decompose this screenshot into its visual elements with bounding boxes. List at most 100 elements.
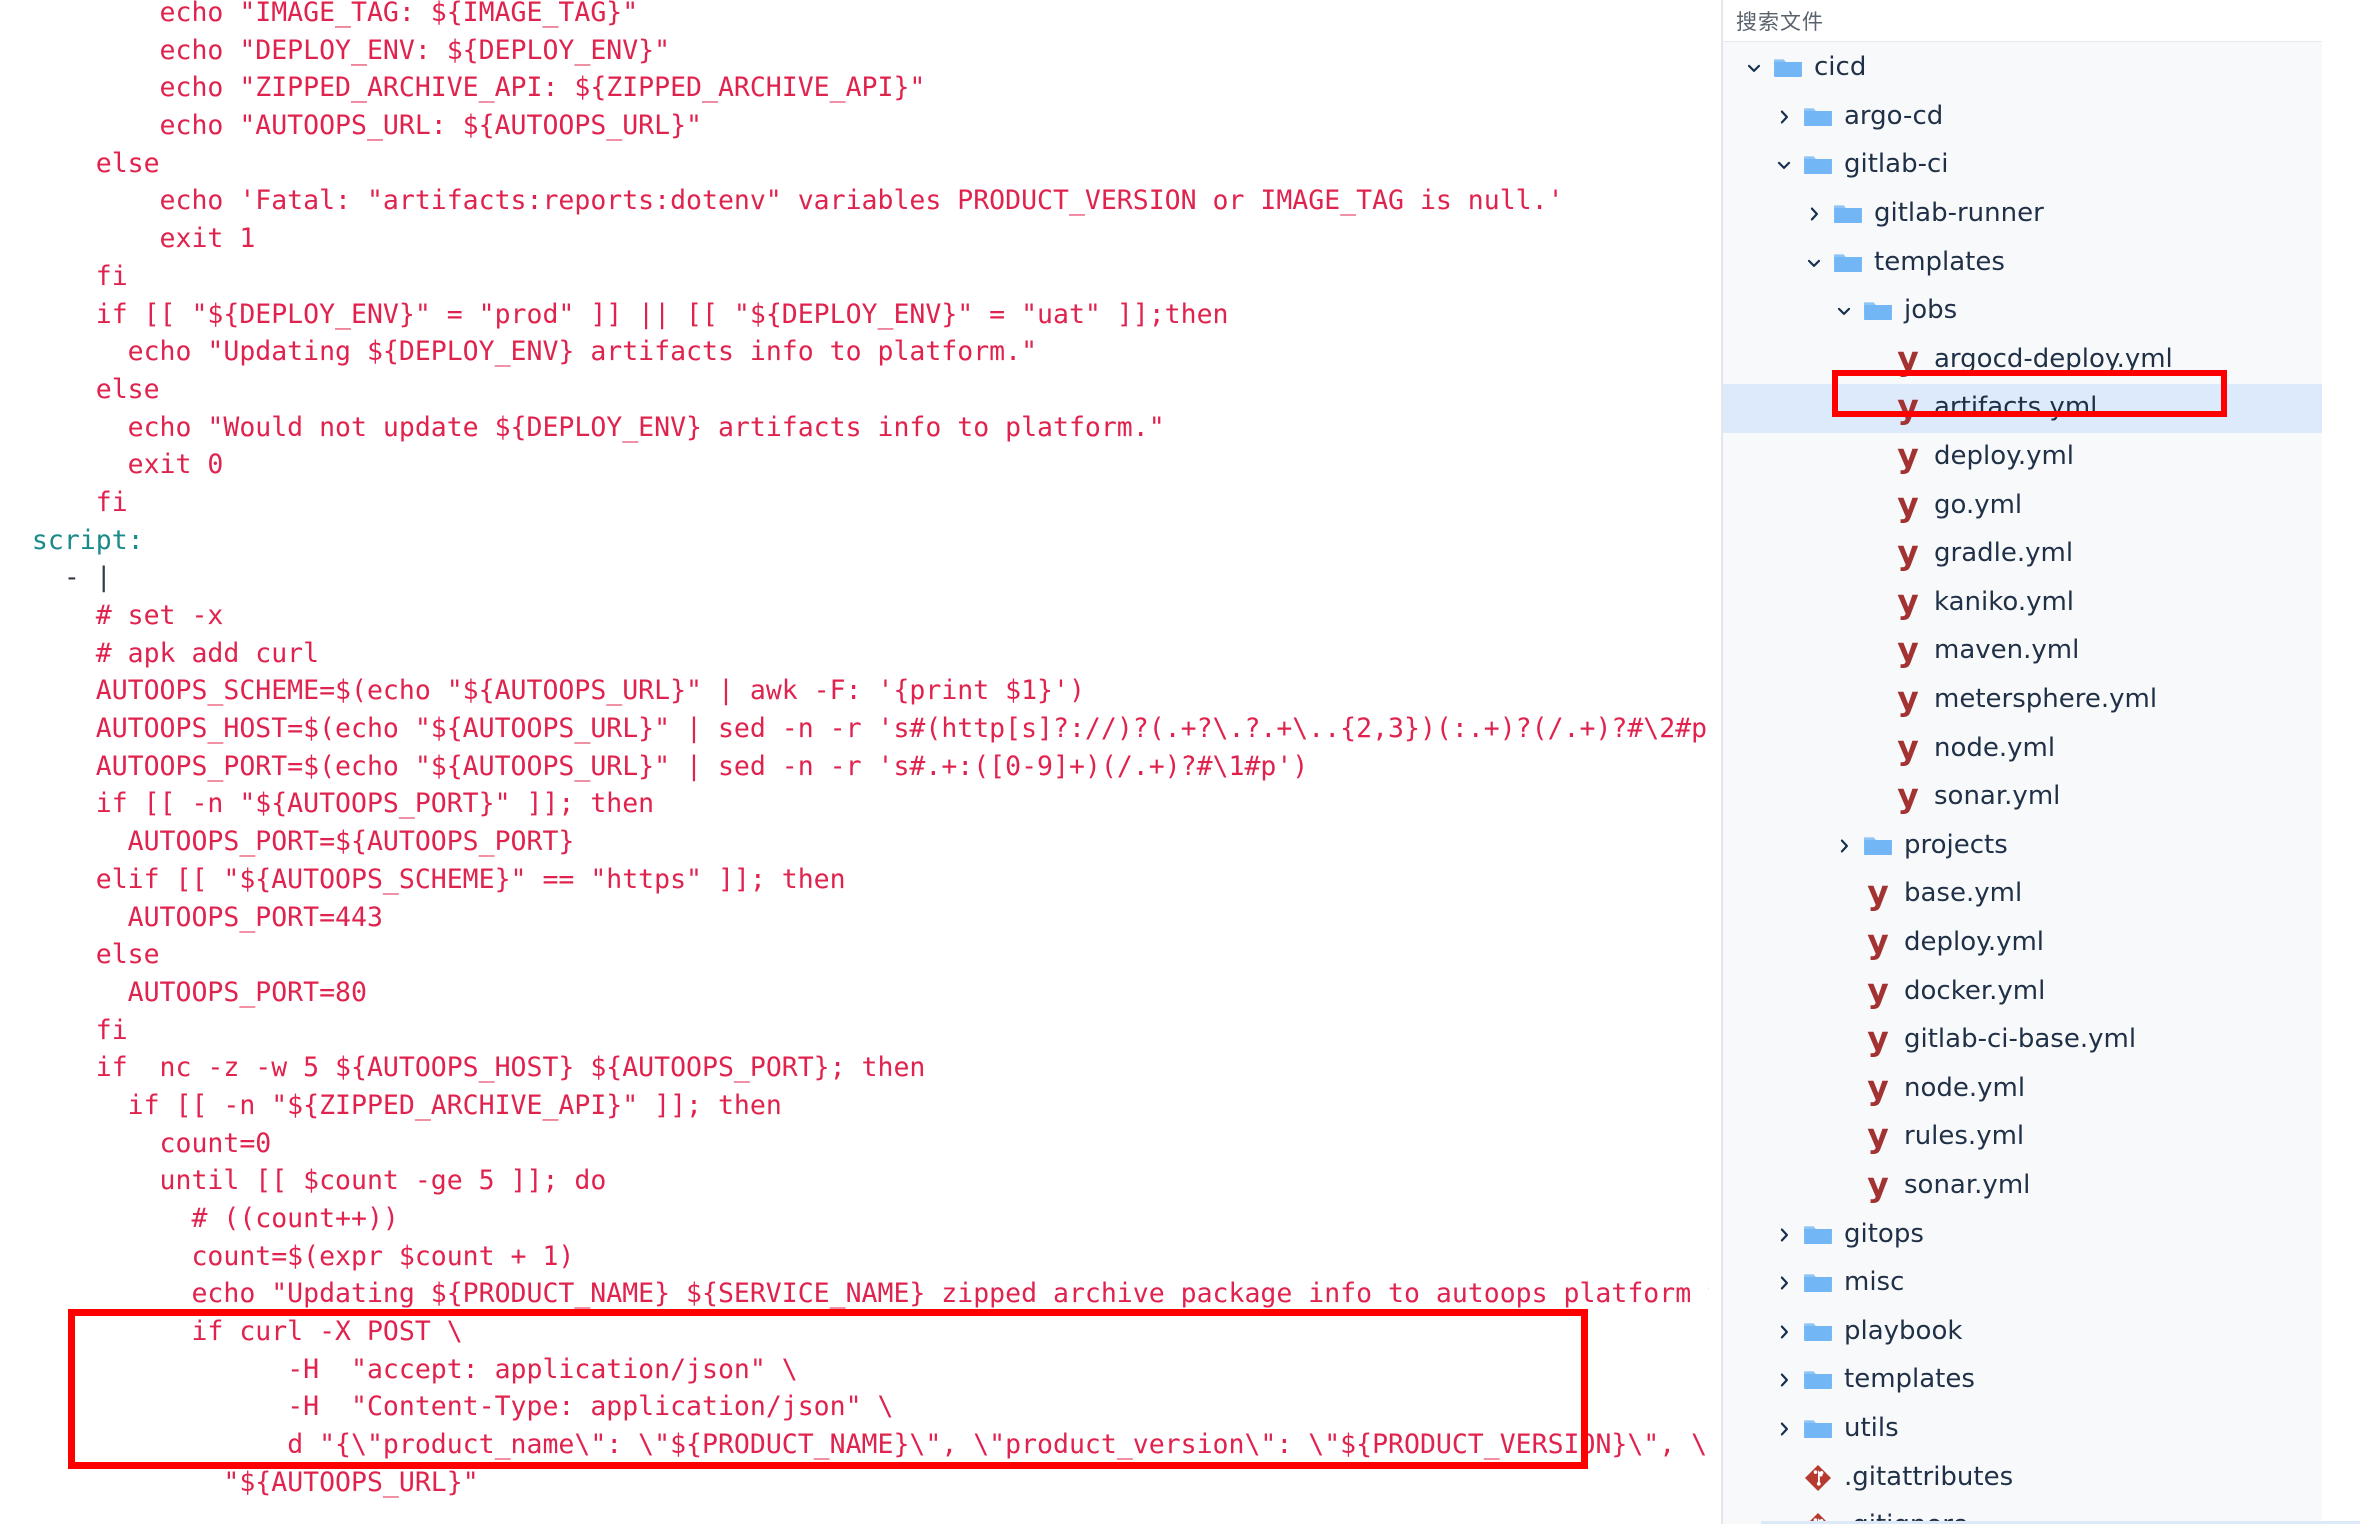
code-line: elif [[ "${AUTOOPS_SCHEME}" == "https" ]… [95, 863, 846, 895]
chevron-right-icon[interactable] [1801, 201, 1827, 227]
tree-file-artifacts-yml[interactable]: y artifacts.yml [1723, 384, 2322, 433]
chevron-right-icon[interactable] [1771, 1416, 1797, 1442]
sidebar-header: 搜索文件 [1723, 0, 2322, 42]
tree-item-label: gitops [1844, 1218, 1924, 1249]
tree-file-sonar-yml[interactable]: y sonar.yml [1723, 1162, 2322, 1211]
folder-icon [1771, 51, 1805, 85]
chevron-right-icon[interactable] [1771, 104, 1797, 130]
tree-file-gradle-yml[interactable]: y gradle.yml [1723, 530, 2322, 579]
git-file-icon [1801, 1461, 1835, 1495]
tree-file-deploy-yml[interactable]: y deploy.yml [1723, 433, 2322, 482]
tree-item-label: .gitattributes [1844, 1461, 2014, 1492]
yaml-file-icon: y [1897, 436, 1919, 476]
code-line: fi [95, 1014, 128, 1046]
tree-file-gitattributes[interactable]: .gitattributes [1723, 1453, 2322, 1502]
code-line: AUTOOPS_PORT=$(echo "${AUTOOPS_URL}" | s… [95, 750, 1309, 782]
tree-folder-cicd[interactable]: cicd [1723, 44, 2322, 93]
code-line: AUTOOPS_PORT=443 [127, 901, 383, 933]
code-line: script: [31, 524, 144, 556]
tree-file-sonar-yml[interactable]: y sonar.yml [1723, 773, 2322, 822]
tree-folder-jobs[interactable]: jobs [1723, 287, 2322, 336]
folder-icon [1831, 246, 1865, 280]
folder-icon [1801, 1218, 1835, 1252]
chevron-right-icon[interactable] [1771, 1270, 1797, 1296]
code-editor-pane[interactable]: echo "IMAGE_TAG: ${IMAGE_TAG}" echo "DEP… [0, 0, 1722, 1524]
tree-item-label: base.yml [1904, 878, 2023, 909]
tree-file-maven-yml[interactable]: y maven.yml [1723, 627, 2322, 676]
tree-file-go-yml[interactable]: y go.yml [1723, 481, 2322, 530]
yaml-file-icon: y [1867, 1116, 1889, 1156]
yaml-file-icon: y [1897, 484, 1919, 524]
yaml-file-icon: y [1897, 727, 1919, 767]
tree-file-node-yml[interactable]: y node.yml [1723, 724, 2322, 773]
code-line: exit 1 [159, 223, 256, 255]
folder-icon [1861, 294, 1895, 328]
file-tree[interactable]: cicd argo-cd gitlab-ci gitlab-runner templat… [1723, 42, 2322, 1524]
tree-folder-misc[interactable]: misc [1723, 1259, 2322, 1308]
tree-folder-playbook[interactable]: playbook [1723, 1307, 2322, 1356]
tree-item-label: gitlab-runner [1874, 198, 2044, 229]
yaml-file-icon: y [1897, 776, 1919, 816]
folder-icon [1801, 1315, 1835, 1349]
code-line: -H "Content-Type: application/json" \ [287, 1391, 894, 1423]
app-root: echo "IMAGE_TAG: ${IMAGE_TAG}" echo "DEP… [0, 0, 2360, 1524]
code-scroll-area[interactable]: echo "IMAGE_TAG: ${IMAGE_TAG}" echo "DEP… [0, 0, 1722, 1524]
code-line: else [95, 147, 160, 179]
sidebar-title: 搜索文件 [1736, 9, 1824, 34]
tree-item-label: maven.yml [1934, 635, 2080, 666]
tree-file-metersphere-yml[interactable]: y metersphere.yml [1723, 676, 2322, 725]
tree-item-label: go.yml [1934, 489, 2023, 520]
yaml-file-icon: y [1897, 679, 1919, 719]
tree-file-kaniko-yml[interactable]: y kaniko.yml [1723, 579, 2322, 628]
tree-file-argocd-deploy-yml[interactable]: y argocd-deploy.yml [1723, 336, 2322, 385]
tree-item-label: sonar.yml [1934, 781, 2061, 812]
chevron-right-icon[interactable] [1831, 833, 1857, 859]
code-line: echo "AUTOOPS_URL: ${AUTOOPS_URL}" [159, 110, 702, 142]
chevron-down-icon[interactable] [1771, 152, 1797, 178]
tree-folder-utils[interactable]: utils [1723, 1405, 2322, 1454]
tree-item-label: argo-cd [1844, 100, 1944, 131]
code-line: AUTOOPS_PORT=${AUTOOPS_PORT} [127, 826, 575, 858]
tree-item-label: misc [1844, 1267, 1905, 1298]
tree-folder-projects[interactable]: projects [1723, 822, 2322, 871]
code-line: echo "Updating ${DEPLOY_ENV} artifacts i… [127, 336, 1038, 368]
tree-item-label: rules.yml [1904, 1121, 2025, 1152]
chevron-down-icon[interactable] [1741, 55, 1767, 81]
code-line: else [95, 373, 160, 405]
tree-folder-gitlab-ci[interactable]: gitlab-ci [1723, 141, 2322, 190]
tree-file-docker-yml[interactable]: y docker.yml [1723, 967, 2322, 1016]
tree-item-label: templates [1874, 246, 2005, 277]
folder-icon [1801, 1412, 1835, 1446]
chevron-down-icon[interactable] [1831, 298, 1857, 324]
tree-folder-gitops[interactable]: gitops [1723, 1210, 2322, 1259]
tree-item-label: docker.yml [1904, 975, 2046, 1006]
yaml-file-icon: y [1867, 921, 1889, 961]
chevron-right-icon[interactable] [1771, 1222, 1797, 1248]
yaml-file-icon: y [1897, 387, 1919, 427]
folder-icon [1801, 1266, 1835, 1300]
yaml-file-icon: y [1867, 970, 1889, 1010]
code-content[interactable]: echo "IMAGE_TAG: ${IMAGE_TAG}" echo "DEP… [0, 0, 1722, 1502]
tree-folder-gitlab-runner[interactable]: gitlab-runner [1723, 190, 2322, 239]
tree-file-gitlab-ci-base-yml[interactable]: y gitlab-ci-base.yml [1723, 1016, 2322, 1065]
tree-folder-argo-cd[interactable]: argo-cd [1723, 93, 2322, 142]
tree-item-label: deploy.yml [1904, 926, 2045, 957]
folder-icon [1831, 197, 1865, 231]
folder-icon [1801, 148, 1835, 182]
tree-file-node-yml[interactable]: y node.yml [1723, 1064, 2322, 1113]
code-line: if [[ -n "${AUTOOPS_PORT}" ]]; then [95, 788, 655, 820]
tree-folder-templates[interactable]: templates [1723, 238, 2322, 287]
code-line: # set -x [95, 600, 224, 631]
yaml-file-icon: y [1867, 1019, 1889, 1059]
tree-file-rules-yml[interactable]: y rules.yml [1723, 1113, 2322, 1162]
tree-item-label: cicd [1814, 52, 1867, 83]
tree-file-base-yml[interactable]: y base.yml [1723, 870, 2322, 919]
tree-folder-templates[interactable]: templates [1723, 1356, 2322, 1405]
code-line: echo "IMAGE_TAG: ${IMAGE_TAG}" [159, 0, 639, 28]
yaml-file-icon: y [1897, 581, 1919, 621]
chevron-right-icon[interactable] [1771, 1319, 1797, 1345]
chevron-right-icon[interactable] [1771, 1367, 1797, 1393]
yaml-file-icon: y [1867, 1164, 1889, 1204]
chevron-down-icon[interactable] [1801, 250, 1827, 276]
tree-file-deploy-yml[interactable]: y deploy.yml [1723, 919, 2322, 968]
